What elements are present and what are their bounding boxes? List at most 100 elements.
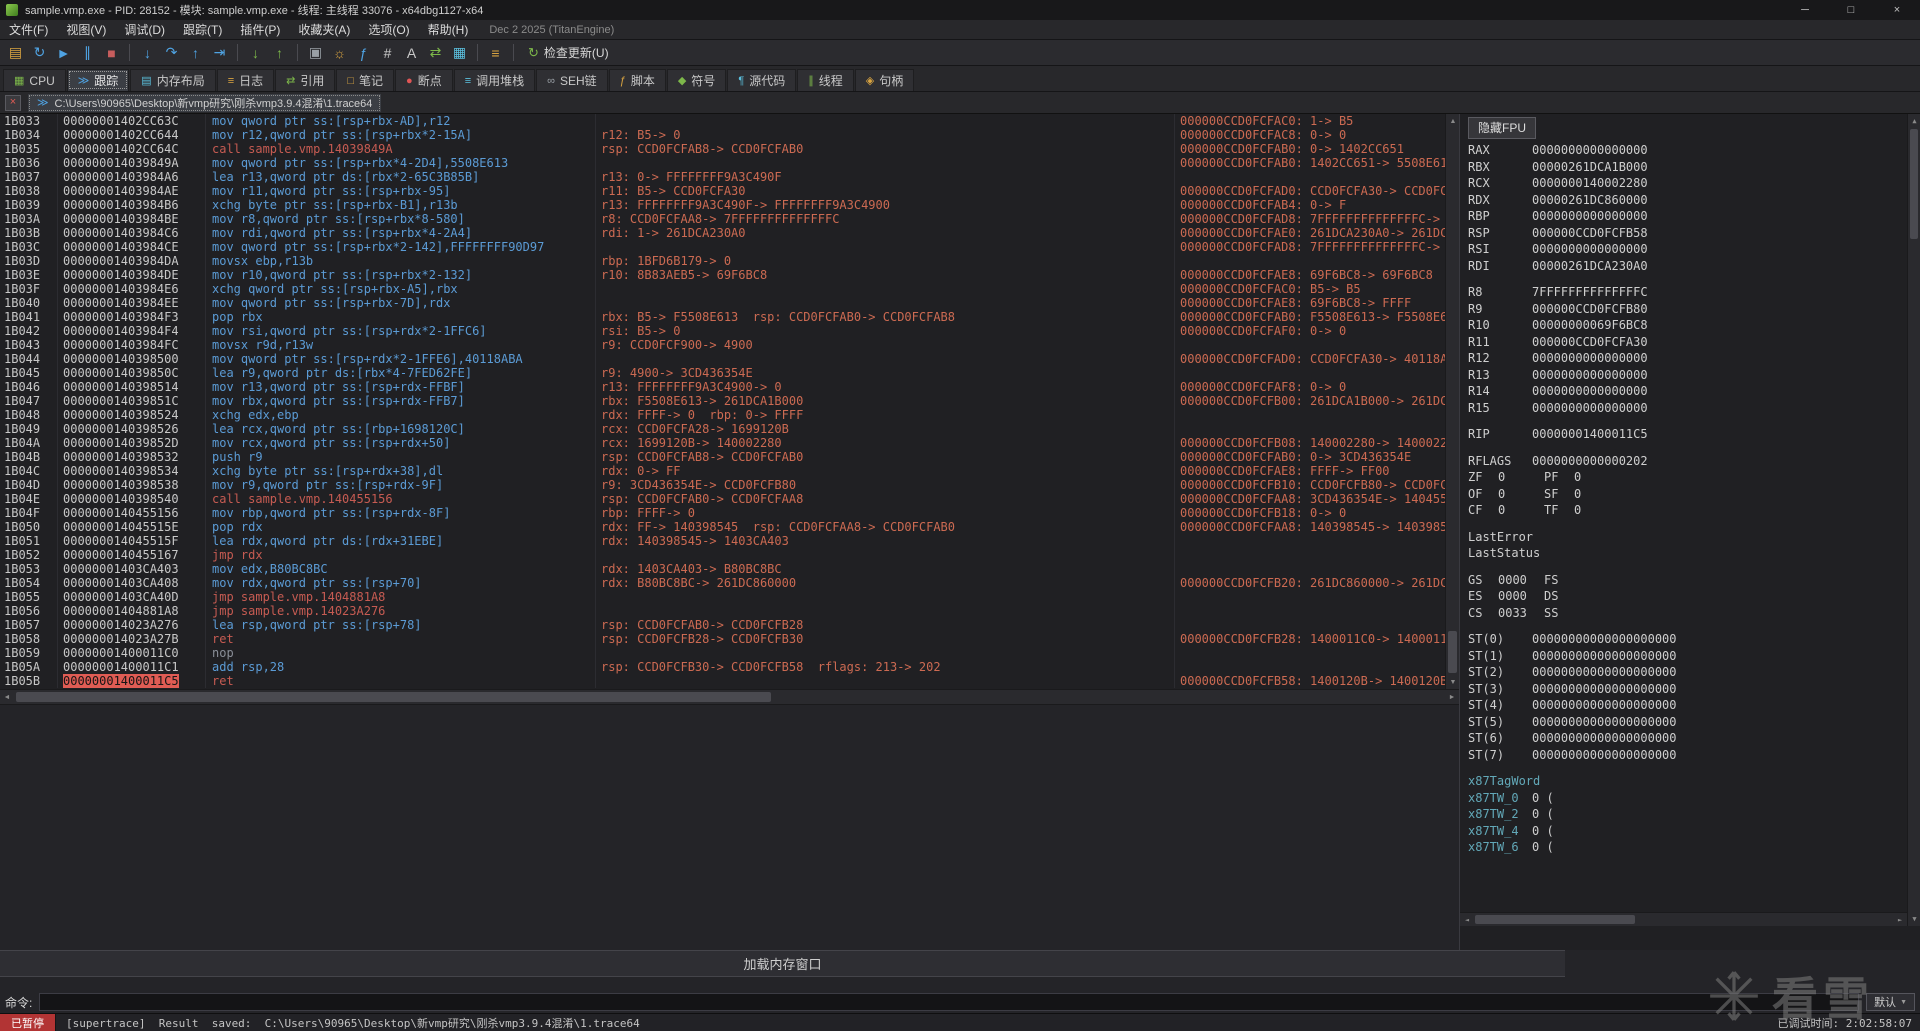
register-row[interactable]: ST(3)00000000000000000000 xyxy=(1468,682,1904,699)
compare-icon[interactable]: ⇄ xyxy=(424,42,447,64)
trace-into-icon[interactable]: ↓ xyxy=(244,42,267,64)
register-row[interactable]: RBP0000000000000000 xyxy=(1468,209,1904,226)
trace-row[interactable]: 1B04200000001403984F4mov rsi,qword ptr s… xyxy=(0,324,1445,338)
trace-row[interactable]: 1B03300000001402CC63Cmov qword ptr ss:[r… xyxy=(0,114,1445,128)
menu-item[interactable]: 帮助(H) xyxy=(419,20,478,39)
flag-row[interactable]: CF0TF0 xyxy=(1468,503,1904,520)
step-into-icon[interactable]: ↓ xyxy=(136,42,159,64)
menu-item[interactable]: 文件(F) xyxy=(0,20,57,39)
load-memory-window-button[interactable]: 加载内存窗口 xyxy=(0,950,1565,977)
trace-row[interactable]: 1B045000000014039850Clea r9,qword ptr ds… xyxy=(0,366,1445,380)
segment-row[interactable]: CS0033SS xyxy=(1468,606,1904,623)
register-row[interactable]: R87FFFFFFFFFFFFFFC xyxy=(1468,285,1904,302)
trace-row[interactable]: 1B05500000001403CA40Djmp sample.vmp.1404… xyxy=(0,590,1445,604)
trace-row[interactable]: 1B03500000001402CC64Ccall sample.vmp.140… xyxy=(0,142,1445,156)
tab-log[interactable]: ≡日志 xyxy=(217,69,274,91)
trace-row[interactable]: 1B05600000001404881A8jmp sample.vmp.1402… xyxy=(0,604,1445,618)
trace-row[interactable]: 1B0480000000140398524xchg edx,ebprdx: FF… xyxy=(0,408,1445,422)
registers-vscroll-thumb[interactable] xyxy=(1910,129,1918,239)
stop-icon[interactable]: ■ xyxy=(100,42,123,64)
trace-row[interactable]: 1B03F00000001403984E6xchg qword ptr ss:[… xyxy=(0,282,1445,296)
trace-row[interactable]: 1B03400000001402CC644mov r12,qword ptr s… xyxy=(0,128,1445,142)
registers-horizontal-scrollbar[interactable]: ◄ ► xyxy=(1460,912,1907,926)
run-icon[interactable]: ► xyxy=(52,42,75,64)
close-button[interactable]: × xyxy=(1874,0,1920,20)
menu-item[interactable]: 视图(V) xyxy=(57,20,115,39)
trace-row[interactable]: 1B03E00000001403984DEmov r10,qword ptr s… xyxy=(0,268,1445,282)
segment-row[interactable]: ES0000DS xyxy=(1468,589,1904,606)
trace-row[interactable]: 1B04F0000000140455156mov rbp,qword ptr s… xyxy=(0,506,1445,520)
trace-row[interactable]: 1B057000000014023A276lea rsp,qword ptr s… xyxy=(0,618,1445,632)
scroll-left-icon[interactable]: ◄ xyxy=(1460,913,1474,927)
flag-row[interactable]: ZF0PF0 xyxy=(1468,470,1904,487)
trace-row[interactable]: 1B05A00000001400011C1add rsp,28rsp: CCD0… xyxy=(0,660,1445,674)
segment-row[interactable]: GS0000FS xyxy=(1468,573,1904,590)
trace-row[interactable]: 1B03900000001403984B6xchg byte ptr ss:[r… xyxy=(0,198,1445,212)
menu-item[interactable]: 跟踪(T) xyxy=(174,20,231,39)
trace-row[interactable]: 1B05900000001400011C0nop xyxy=(0,646,1445,660)
register-row[interactable]: x87TW_60 ( xyxy=(1468,840,1904,857)
register-row[interactable]: ST(2)00000000000000000000 xyxy=(1468,665,1904,682)
tab-symbols[interactable]: ◆符号 xyxy=(667,69,726,91)
trace-row[interactable]: 1B05300000001403CA403mov edx,B80BC8BCrdx… xyxy=(0,562,1445,576)
scroll-down-icon[interactable]: ▼ xyxy=(1908,912,1920,926)
trace-row[interactable]: 1B050000000014045515Epop rdxrdx: FF-> 14… xyxy=(0,520,1445,534)
run-to-cursor-icon[interactable]: ⇥ xyxy=(208,42,231,64)
trace-row[interactable]: 1B05400000001403CA408mov rdx,qword ptr s… xyxy=(0,576,1445,590)
tab-call-stack[interactable]: ≡调用堆栈 xyxy=(454,69,535,91)
tab-trace[interactable]: ≫跟踪 xyxy=(67,69,130,91)
registers-vertical-scrollbar[interactable]: ▲ ▼ xyxy=(1907,114,1920,926)
command-input[interactable] xyxy=(39,993,1859,1011)
register-row[interactable]: R140000000000000000 xyxy=(1468,384,1904,401)
menu-item[interactable]: 选项(O) xyxy=(359,20,418,39)
flag-row[interactable]: OF0SF0 xyxy=(1468,487,1904,504)
register-row[interactable]: R11000000CCD0FCFA30 xyxy=(1468,335,1904,352)
register-row[interactable]: ST(0)00000000000000000000 xyxy=(1468,632,1904,649)
register-row[interactable]: R120000000000000000 xyxy=(1468,351,1904,368)
tab-notes[interactable]: □笔记 xyxy=(336,69,394,91)
tab-references[interactable]: ⇄引用 xyxy=(275,69,335,91)
register-row[interactable]: LastError xyxy=(1468,530,1904,547)
trace-row[interactable]: 1B03B00000001403984C6mov rdi,qword ptr s… xyxy=(0,226,1445,240)
register-row[interactable]: RCX0000000140002280 xyxy=(1468,176,1904,193)
profile-dropdown[interactable]: 默认 ▼ xyxy=(1866,993,1915,1011)
scroll-right-icon[interactable]: ► xyxy=(1445,690,1459,704)
close-trace-button[interactable]: × xyxy=(5,95,21,111)
register-row[interactable]: RAX0000000000000000 xyxy=(1468,143,1904,160)
settings-gear-icon[interactable]: ☼ xyxy=(328,42,351,64)
register-row[interactable]: RIP00000001400011C5 xyxy=(1468,427,1904,444)
assembler-fx-icon[interactable]: ƒ xyxy=(352,42,375,64)
trace-row[interactable]: 1B04D0000000140398538mov r9,qword ptr ss… xyxy=(0,478,1445,492)
trace-row[interactable]: 1B03D00000001403984DAmovsx ebp,r13brbp: … xyxy=(0,254,1445,268)
trace-row[interactable]: 1B03800000001403984AEmov r11,qword ptr s… xyxy=(0,184,1445,198)
trace-row[interactable]: 1B047000000014039851Cmov rbx,qword ptr s… xyxy=(0,394,1445,408)
trace-row[interactable]: 1B04C0000000140398534xchg byte ptr ss:[r… xyxy=(0,464,1445,478)
trace-row[interactable]: 1B04B0000000140398532push r9rsp: CCD0FCF… xyxy=(0,450,1445,464)
scroll-up-icon[interactable]: ▲ xyxy=(1908,114,1920,128)
trace-row[interactable]: 1B04300000001403984FCmovsx r9d,r13wr9: C… xyxy=(0,338,1445,352)
register-row[interactable]: RFLAGS0000000000000202 xyxy=(1468,454,1904,471)
trace-row[interactable]: 1B036000000014039849Amov qword ptr ss:[r… xyxy=(0,156,1445,170)
trace-row[interactable]: 1B0520000000140455167jmp rdx xyxy=(0,548,1445,562)
register-row[interactable]: RSI0000000000000000 xyxy=(1468,242,1904,259)
trace-row[interactable]: 1B0460000000140398514mov r13,qword ptr s… xyxy=(0,380,1445,394)
trace-row[interactable]: 1B0440000000140398500mov qword ptr ss:[r… xyxy=(0,352,1445,366)
trace-hscroll-thumb[interactable] xyxy=(16,692,771,702)
trace-row[interactable]: 1B03700000001403984A6lea r13,qword ptr d… xyxy=(0,170,1445,184)
restart-icon[interactable]: ↻ xyxy=(28,42,51,64)
step-out-icon[interactable]: ↑ xyxy=(184,42,207,64)
menu-item[interactable]: 调试(D) xyxy=(115,20,174,39)
trace-horizontal-scrollbar[interactable]: ◄ ► xyxy=(0,689,1459,704)
open-file-icon[interactable]: ▤ xyxy=(4,42,27,64)
minimize-button[interactable]: ─ xyxy=(1782,0,1828,20)
tab-script[interactable]: ƒ脚本 xyxy=(609,69,666,91)
register-row[interactable]: x87TagWord xyxy=(1468,774,1904,791)
trace-file-tab[interactable]: ≫ C:\Users\90965\Desktop\新vmp研究\刚杀vmp3.9… xyxy=(28,94,381,112)
trace-over-icon[interactable]: ↑ xyxy=(268,42,291,64)
trace-row[interactable]: 1B03A00000001403984BEmov r8,qword ptr ss… xyxy=(0,212,1445,226)
trace-row[interactable]: 1B0490000000140398526lea rcx,qword ptr s… xyxy=(0,422,1445,436)
tab-seh-chain[interactable]: ∞SEH链 xyxy=(536,69,608,91)
register-row[interactable]: ST(4)00000000000000000000 xyxy=(1468,698,1904,715)
register-row[interactable]: R1000000000069F6BC8 xyxy=(1468,318,1904,335)
register-row[interactable]: RBX00000261DCA1B000 xyxy=(1468,160,1904,177)
